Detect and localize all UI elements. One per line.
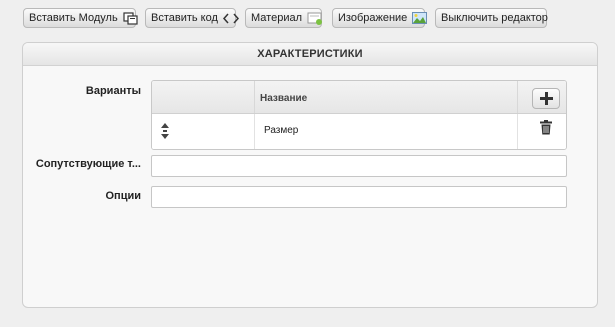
editor-toolbar: Вставить Модуль Вставить код Материал Из… [0, 0, 615, 36]
disable-editor-label: Выключить редактор [441, 12, 548, 24]
column-name-header: Название [260, 93, 308, 104]
image-label: Изображение [338, 12, 408, 24]
add-variant-button[interactable] [532, 88, 560, 109]
plus-icon [539, 92, 553, 105]
characteristics-panel: ХАРАКТЕРИСТИКИ Варианты Название Размер … [22, 42, 598, 308]
image-icon [412, 12, 428, 24]
insert-module-button[interactable]: Вставить Модуль [23, 8, 138, 28]
related-products-label: Сопутствующие т... [35, 158, 141, 170]
variant-name: Размер [264, 125, 299, 136]
table-row: Размер [152, 114, 566, 149]
disable-editor-button[interactable]: Выключить редактор [435, 8, 548, 28]
material-button[interactable]: Материал [245, 8, 322, 28]
variants-table: Название Размер [151, 80, 567, 150]
material-label: Материал [251, 12, 302, 24]
module-icon [123, 11, 138, 25]
options-label: Опции [105, 190, 142, 202]
code-icon [222, 13, 239, 24]
trash-icon[interactable] [540, 120, 552, 138]
insert-code-label: Вставить код [151, 12, 218, 24]
material-icon [307, 12, 323, 25]
drag-handle-icon[interactable] [160, 122, 170, 140]
image-button[interactable]: Изображение [332, 8, 428, 28]
insert-code-button[interactable]: Вставить код [145, 8, 239, 28]
variants-label: Варианты [85, 85, 141, 97]
options-input[interactable] [151, 186, 567, 208]
variants-table-header: Название [152, 81, 566, 114]
related-products-input[interactable] [151, 155, 567, 177]
insert-module-label: Вставить Модуль [29, 12, 118, 24]
panel-title: ХАРАКТЕРИСТИКИ [23, 43, 597, 66]
